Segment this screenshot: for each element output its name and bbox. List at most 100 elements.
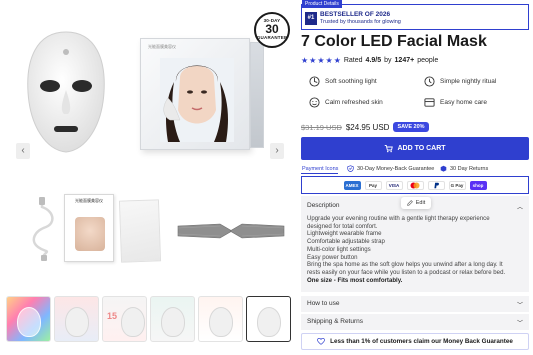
heart-icon xyxy=(317,338,326,345)
thumbnail-mask-image xyxy=(17,307,41,337)
thumbnail-mask-image xyxy=(161,307,185,337)
product-details-label: Product Details xyxy=(302,0,342,8)
trusted-text: Trusted by thousands for glowing xyxy=(320,19,401,25)
compare-at-price: $31.19 USD xyxy=(301,122,342,132)
google-pay-icon: G Pay xyxy=(448,180,466,190)
pencil-icon xyxy=(406,200,413,206)
product-details-box: Product Details #1 BESTSELLER OF 2026 Tr… xyxy=(301,0,529,30)
price-row: $31.19 USD $24.95 USD SAVE 20% xyxy=(301,122,429,132)
star-rating: ★ ★ ★ ★ ★ xyxy=(301,56,341,65)
box-icon xyxy=(440,165,447,172)
guarantee-label: 30-Day Money-Back Guarantee xyxy=(357,165,435,172)
accordion-label: How to use xyxy=(307,300,340,307)
rating-count: 1247+ xyxy=(394,57,415,64)
gallery-prev-button[interactable]: ‹ xyxy=(16,143,30,159)
chevron-down-icon: ﹀ xyxy=(516,303,523,309)
star-icon: ★ xyxy=(333,56,341,65)
visa-icon: VISA xyxy=(385,180,403,190)
manual-back-image xyxy=(118,199,162,263)
product-title: 7 Color LED Facial Mask xyxy=(301,33,487,50)
description-panel: Description ︿ Upgrade your evening routi… xyxy=(301,196,529,292)
thumbnail-2[interactable] xyxy=(54,296,99,342)
led-mask-image xyxy=(27,31,105,153)
thumbnail-number: 15 xyxy=(107,311,118,321)
money-back-banner: Less than 1% of customers claim our Mone… xyxy=(301,333,529,350)
paypal-icon xyxy=(427,180,445,190)
thumbnail-mask-image xyxy=(257,307,281,337)
rating-suffix: people xyxy=(417,57,439,64)
chevron-down-icon: ﹀ xyxy=(516,321,523,327)
home-icon xyxy=(424,98,435,107)
description-heading[interactable]: Description xyxy=(307,202,340,209)
product-info-panel: Product Details #1 BESTSELLER OF 2026 Tr… xyxy=(301,0,533,355)
shop-pay-icon: shop xyxy=(469,180,487,190)
star-icon: ★ xyxy=(309,56,317,65)
thumbnail-5[interactable] xyxy=(198,296,243,342)
model-face-image xyxy=(160,58,234,142)
chevron-left-icon: ‹ xyxy=(21,145,25,156)
edit-label: Edit xyxy=(415,200,426,206)
thumbnail-3[interactable]: 15 xyxy=(102,296,147,342)
chevron-up-icon[interactable]: ︿ xyxy=(517,202,523,211)
add-to-cart-button[interactable]: ADD TO CART xyxy=(301,137,529,160)
feature-label: Easy home care xyxy=(440,99,487,106)
description-line: Upgrade your evening routine with a gent… xyxy=(307,215,490,222)
feature-item: Easy home care xyxy=(424,97,487,108)
star-icon: ★ xyxy=(317,56,325,65)
money-back-guarantee: 30-Day Money-Back Guarantee xyxy=(347,165,434,172)
gallery-next-button[interactable]: › xyxy=(270,143,284,159)
product-box-side xyxy=(250,42,264,148)
thumbnail-mask-image xyxy=(209,307,233,337)
guarantee-badge: 30-DAY 30 GUARANTEE xyxy=(254,12,290,48)
manual-title-text: 光能面膜美容仪 xyxy=(75,198,103,203)
head-strap-image xyxy=(177,223,285,239)
product-gallery: 光能面膜美容仪 30-DAY 30 GUARANTEE ‹ › 光能面膜美容仪 xyxy=(0,0,297,355)
accordion-how-to-use[interactable]: How to use ﹀ xyxy=(301,296,529,312)
description-line: Multi-color light settings xyxy=(307,245,371,253)
accordion-shipping-returns[interactable]: Shipping & Returns ﹀ xyxy=(301,314,529,330)
user-manual-image: 光能面膜美容仪 xyxy=(64,194,114,262)
description-line: rests easily on your face while you list… xyxy=(307,268,506,276)
clock-icon xyxy=(424,76,435,87)
payment-methods: AMEX Pay VISA G Pay shop xyxy=(301,176,529,194)
returns-info: 30 Day Returns xyxy=(440,165,488,172)
feature-label: Calm refreshed skin xyxy=(325,99,383,106)
rating-prefix: Rated xyxy=(343,57,363,64)
description-line: Comfortable adjustable strap xyxy=(307,238,385,246)
shield-check-icon xyxy=(347,165,354,172)
feature-label: Simple nightly ritual xyxy=(440,78,497,85)
thumbnail-6[interactable] xyxy=(246,296,291,342)
thumbnail-1[interactable] xyxy=(6,296,51,342)
add-to-cart-label: ADD TO CART xyxy=(397,145,446,152)
smile-icon xyxy=(309,97,320,108)
thumbnail-mask-image xyxy=(121,307,145,337)
usb-cable-image xyxy=(32,197,54,261)
description-body: Upgrade your evening routine with a gent… xyxy=(307,215,525,284)
money-back-label: Less than 1% of customers claim our Mone… xyxy=(330,338,513,345)
thumbnail-4[interactable] xyxy=(150,296,195,342)
payment-icons-tab[interactable]: Payment Icons xyxy=(301,165,339,174)
chevron-right-icon: › xyxy=(275,145,279,156)
cart-icon xyxy=(385,145,394,153)
description-line: Easy power button xyxy=(307,253,358,261)
badge-bottom-text: GUARANTEE xyxy=(256,35,288,40)
returns-label: 30 Day Returns xyxy=(450,165,489,172)
thumbnail-strip: 15 xyxy=(6,296,294,344)
feature-item: Soft soothing light xyxy=(309,76,377,87)
star-icon: ★ xyxy=(301,56,309,65)
save-badge: SAVE 20% xyxy=(393,122,429,132)
description-line: Bring the spa home as the soft glow help… xyxy=(307,261,503,269)
bestseller-text: BESTSELLER OF 2026 xyxy=(320,11,391,18)
accordion-label: Shipping & Returns xyxy=(307,318,364,325)
manual-face-image xyxy=(75,217,105,251)
rating-score: 4.9/5 xyxy=(365,57,382,64)
star-icon: ★ xyxy=(325,56,333,65)
rating-row: ★ ★ ★ ★ ★ Rated 4.9/5 by 1247+ people xyxy=(301,56,438,65)
light-icon xyxy=(309,76,320,87)
rank-badge: #1 xyxy=(305,12,317,25)
edit-popup[interactable]: Edit xyxy=(401,197,431,209)
apple-pay-icon: Pay xyxy=(364,180,382,190)
badge-number: 30 xyxy=(265,22,279,36)
feature-item: Calm refreshed skin xyxy=(309,97,383,108)
sale-price: $24.95 USD xyxy=(345,122,390,132)
